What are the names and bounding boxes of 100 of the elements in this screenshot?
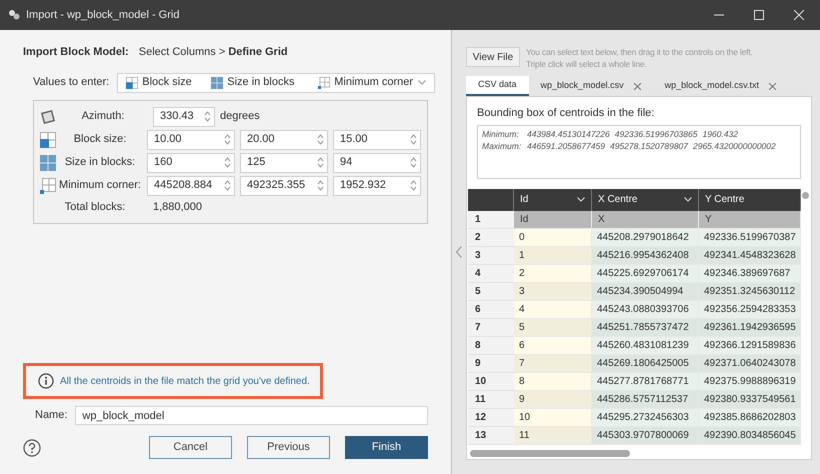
spin-arrows-icon [204,110,211,123]
name-input[interactable]: wp_block_model [75,406,428,425]
table-cell: 445286.5757112537 [592,390,699,408]
dialog-button[interactable]: Cancel [149,436,232,459]
horizontal-scrollbar-thumb[interactable] [470,450,630,456]
corner-grid-icon [40,178,56,194]
table-cell: 445234.390504994 [592,282,699,300]
row-number: 10 [468,372,514,390]
breadcrumb-path: Select Columns > Define Grid [138,45,288,60]
field-label: Block size: [74,132,126,148]
number-spinner[interactable]: 10.00 [147,130,235,150]
table-cell: X [592,210,699,228]
table-cell: 3 [514,282,592,300]
maximize-icon[interactable] [754,10,764,20]
table-cell: 492341.4548323628 [699,246,801,264]
table-cell: 445208.2979018642 [592,228,699,246]
chevron-down-icon[interactable] [684,197,692,202]
spin-arrows-icon [224,179,231,192]
total-value: 1,880,000 [153,200,202,216]
table-cell: 492336.5199670387 [699,228,801,246]
tab[interactable]: wp_block_model.csv.txt [652,76,788,96]
block-size-icon [40,132,56,148]
table-cell: 6 [514,336,592,354]
row-number: 5 [468,282,514,300]
row-number: 12 [468,408,514,426]
table-cell: 7 [514,354,592,372]
table-cell: 445277.8781768771 [592,372,699,390]
hint-text: You can select text below, then drag it to the controls on the left. [526,46,753,58]
number-spinner[interactable]: 445208.884 [147,176,235,196]
number-spinner[interactable]: 94 [333,152,421,172]
row-number: 13 [468,426,514,444]
number-spinner[interactable]: 160 [147,152,235,172]
close-tab-icon[interactable] [634,82,641,90]
tab[interactable]: wp_block_model.csv [528,76,653,96]
table-cell: 492346.389697687 [699,264,801,282]
row-number: 11 [468,390,514,408]
window-title: Import - wp_block_model - Grid [26,8,180,23]
name-label: Name: [35,408,68,424]
help-icon[interactable] [23,438,41,456]
number-spinner[interactable]: 330.43 [153,106,215,126]
tab[interactable]: CSV data [466,76,529,96]
row-number: 9 [468,354,514,372]
table-cell: 11 [514,426,592,444]
table-cell: 492366.1291589836 [699,336,801,354]
row-number: 7 [468,318,514,336]
number-spinner[interactable]: 125 [240,152,328,172]
table-cell: 492351.3245630112 [699,282,801,300]
field-label: Azimuth: [82,109,124,124]
number-spinner[interactable]: 492325.355 [240,176,328,196]
number-spinner[interactable]: 20.00 [240,130,328,150]
row-number: 3 [468,246,514,264]
table-cell: 8 [514,372,592,390]
spin-arrows-icon [317,179,324,192]
block-size-icon [126,76,138,88]
table-cell: 492385.8686202803 [699,408,801,426]
number-spinner[interactable]: 15.00 [333,130,421,150]
table-cell: 445269.1806425005 [592,354,699,372]
close-icon[interactable] [794,10,804,20]
row-number: 6 [468,300,514,318]
table-cell: 4 [514,300,592,318]
table-cell: Y [699,210,801,228]
spin-arrows-icon [317,156,324,169]
spin-arrows-icon [410,133,417,146]
spin-arrows-icon [224,133,231,146]
row-number: 4 [468,264,514,282]
table-cell: 445243.0880393706 [592,300,699,318]
spin-arrows-icon [224,156,231,169]
row-number: 8 [468,336,514,354]
bounding-box-text: Minimum: 443984.45130147226 492336.51996703865 1960.432 Maximum: 446591.2058677459 495278.1520789807 2965.4320000000002 [477,124,801,178]
total-label: Total blocks: [64,200,126,216]
values-label: Values to enter: [33,75,110,90]
table-cell: 492361.1942936595 [699,318,801,336]
table-cell: 445216.9954362408 [592,246,699,264]
hint-text: Triple click will select a whole line. [526,58,648,70]
finish-button[interactable]: Finish [345,436,428,459]
close-tab-icon[interactable] [768,82,776,90]
grid-icon [40,154,56,170]
chevron-down-icon[interactable] [577,197,585,202]
field-label: Minimum corner: [59,178,141,194]
view-file-button[interactable]: View File [466,47,520,67]
dropdown-value: Minimum corner [334,75,414,90]
table-cell: Id [514,210,592,228]
info-icon [38,373,54,389]
spin-arrows-icon [317,133,324,146]
dropdown-value: Block size [142,75,192,90]
dialog-button[interactable]: Previous [247,436,330,459]
table-cell: 1 [514,246,592,264]
row-number: 2 [468,228,514,246]
app-logo-icon [8,9,20,21]
dropdown-value: Size in blocks [227,75,294,90]
table-cell: 445303.9707800069 [592,426,699,444]
scrollbar-thumb[interactable] [802,192,809,198]
values-dropdown[interactable]: Block size Size in blocks Minimum corner [117,72,436,92]
table-cell: 492375.9988896319 [699,372,801,390]
table-cell: 492390.8034856045 [699,426,801,444]
number-spinner[interactable]: 1952.932 [333,176,421,196]
field-label: Size in blocks: [64,155,136,170]
table-cell: 10 [514,408,592,426]
grid-icon [211,76,224,88]
spin-arrows-icon [410,179,417,192]
